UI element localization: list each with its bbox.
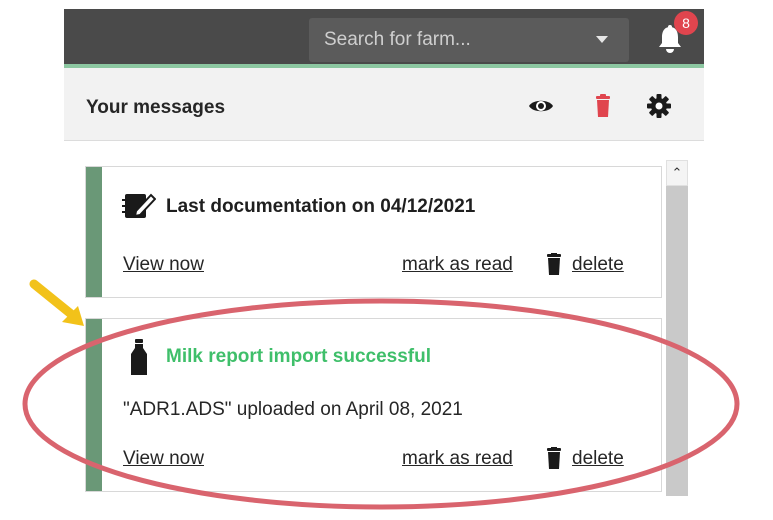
- trash-icon[interactable]: [545, 447, 563, 469]
- view-now-link[interactable]: View now: [123, 448, 204, 470]
- scroll-up-button[interactable]: ⌃: [666, 160, 688, 186]
- message-title: Milk report import successful: [166, 346, 432, 367]
- delete-link[interactable]: delete: [572, 254, 624, 276]
- notification-count-badge[interactable]: 8: [674, 11, 698, 35]
- chevron-down-icon[interactable]: [596, 36, 608, 43]
- mark-as-read-link[interactable]: mark as read: [402, 254, 513, 276]
- farm-search-select[interactable]: [309, 18, 629, 62]
- message-title: Last documentation on 04/12/2021: [166, 196, 476, 217]
- annotation-arrow-icon: [29, 279, 84, 326]
- message-card: Milk report import successful "ADR1.ADS"…: [85, 318, 662, 492]
- messages-panel-header: Your messages: [64, 68, 704, 141]
- message-card: Last documentation on 04/12/2021 View no…: [85, 166, 662, 298]
- view-now-link[interactable]: View now: [123, 254, 204, 276]
- trash-icon[interactable]: [590, 93, 616, 119]
- mark-as-read-link[interactable]: mark as read: [402, 448, 513, 470]
- edit-document-icon: [122, 193, 156, 218]
- messages-panel-title: Your messages: [86, 97, 226, 118]
- milk-bottle-icon: [131, 339, 147, 375]
- message-body: "ADR1.ADS" uploaded on April 08, 2021: [123, 399, 463, 420]
- delete-link[interactable]: delete: [572, 448, 624, 470]
- messages-scrollbar[interactable]: [666, 164, 688, 496]
- message-status-stripe: [86, 319, 102, 491]
- gear-icon[interactable]: [646, 93, 672, 119]
- search-input[interactable]: [309, 18, 569, 62]
- trash-icon[interactable]: [545, 253, 563, 275]
- eye-icon[interactable]: [528, 93, 554, 119]
